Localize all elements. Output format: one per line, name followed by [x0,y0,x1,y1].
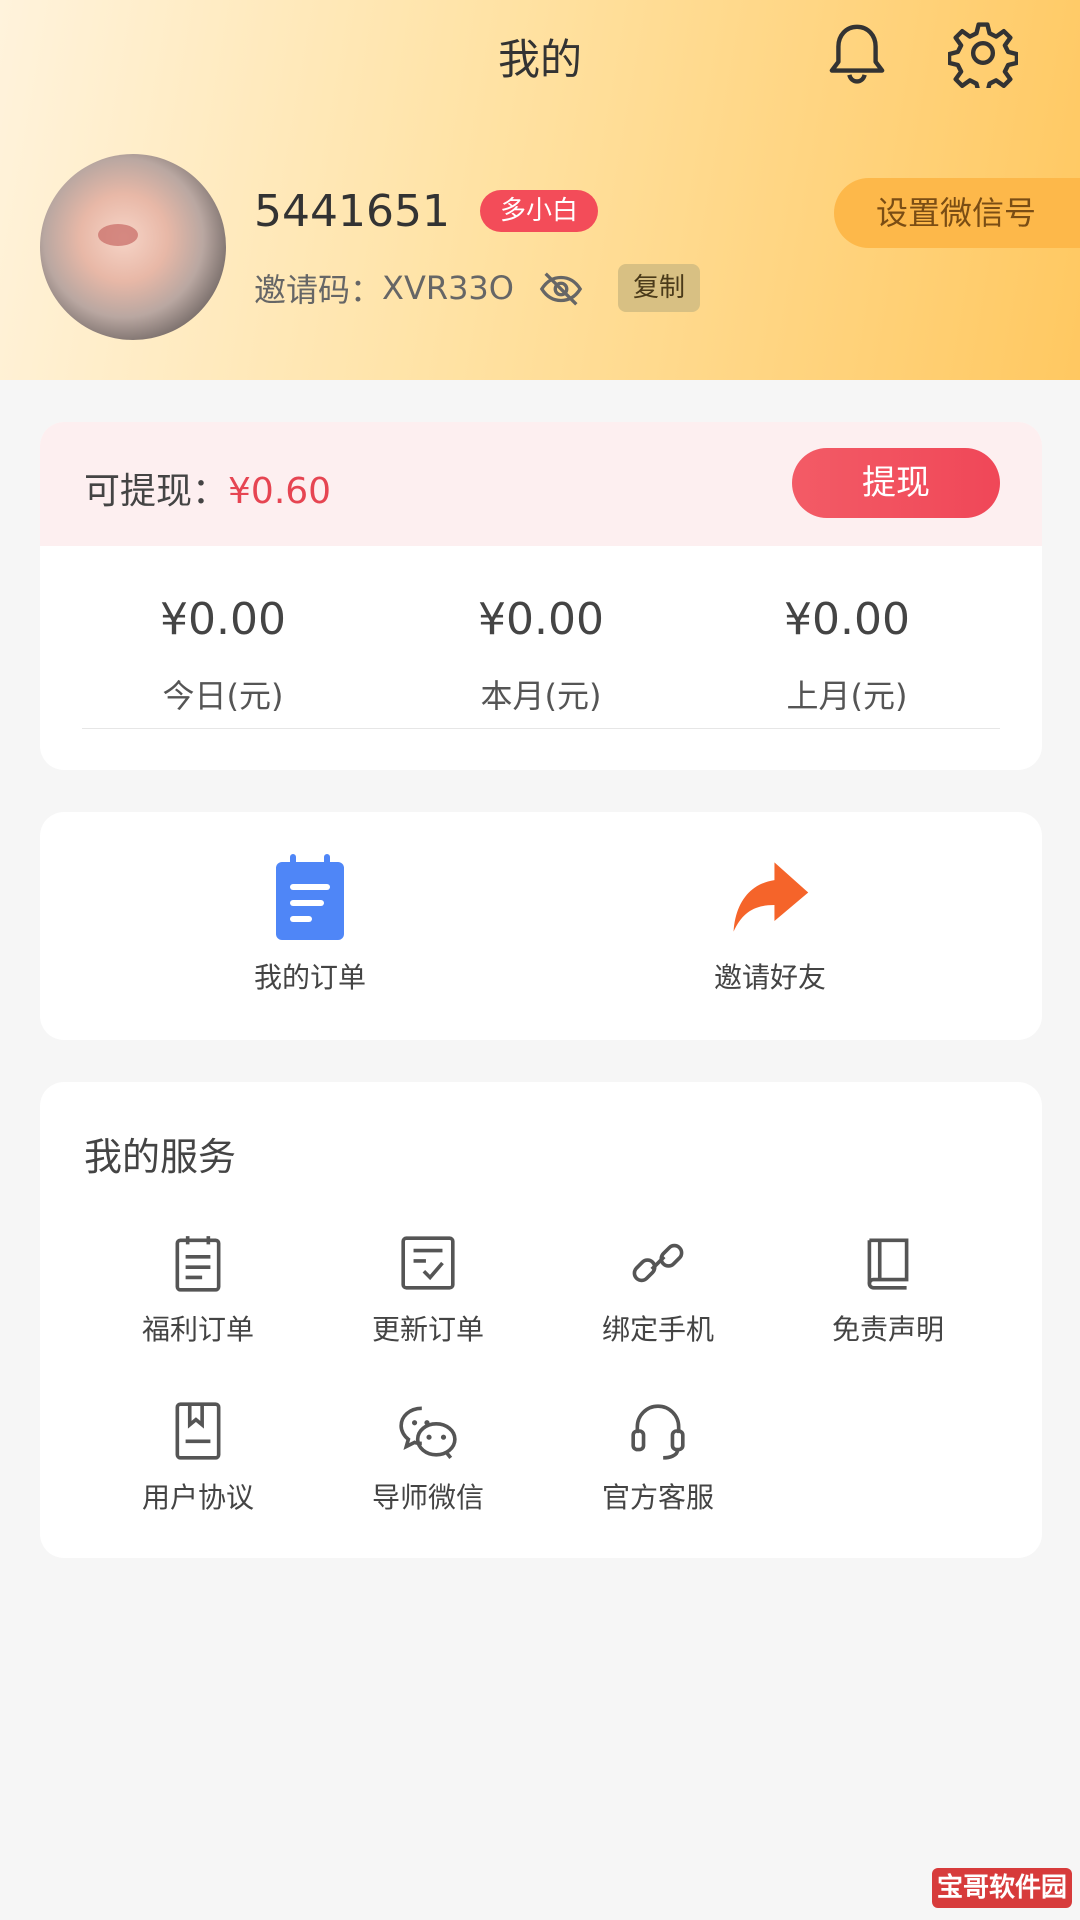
share-arrow-icon [733,862,809,932]
profile-header: 我的 5441651 多小白 邀请码：XVR33O 复制 设置微信号 [0,0,1080,380]
agreement-icon [175,1402,221,1460]
bell-icon[interactable] [822,18,892,88]
withdraw-button[interactable]: 提现 [792,448,1000,518]
invite-code-row: 邀请码：XVR33O [254,265,514,311]
stat-value: ¥0.00 [160,594,286,645]
invite-code-label: 邀请码： [254,271,383,309]
invite-friends-label: 邀请好友 [713,961,826,994]
service-label: 绑定手机 [601,1313,714,1346]
service-label: 官方客服 [601,1481,714,1514]
stat-label: 上月(元) [786,677,908,715]
divider [82,728,1000,729]
link-icon [632,1243,684,1283]
invite-code-value: XVR33O [382,269,514,307]
withdrawable-label: 可提现：¥0.60 [84,462,331,514]
service-label: 用户协议 [141,1481,254,1514]
service-label: 免责声明 [831,1313,944,1346]
stat-last-month: ¥0.00 上月(元) [694,594,1000,717]
stat-value: ¥0.00 [478,594,604,645]
user-id: 5441651 [254,186,450,237]
stat-this-month: ¥0.00 本月(元) [388,594,694,717]
clipboard-icon [175,1236,221,1292]
checklist-icon [401,1236,455,1290]
watermark: 宝哥软件园 [932,1868,1072,1908]
service-user-agreement[interactable]: 用户协议 [118,1400,278,1516]
order-note-icon [276,854,344,940]
service-label: 导师微信 [371,1481,484,1514]
service-mentor-wechat[interactable]: 导师微信 [348,1400,508,1516]
my-orders-label: 我的订单 [253,961,366,994]
balance-card: 可提现：¥0.60 提现 ¥0.00 今日(元) ¥0.00 本月(元) ¥0.… [40,422,1042,770]
withdrawable-text: 可提现： [84,471,229,512]
stat-today: ¥0.00 今日(元) [70,594,376,717]
stat-label: 今日(元) [162,677,284,715]
service-bind-phone[interactable]: 绑定手机 [578,1232,738,1348]
set-wechat-button[interactable]: 设置微信号 [834,178,1080,248]
eye-hidden-icon[interactable] [538,266,584,312]
book-icon [867,1238,909,1290]
page-title: 我的 [497,35,582,84]
level-badge: 多小白 [480,190,599,232]
gear-icon[interactable] [948,18,1018,88]
invite-friends-button[interactable]: 邀请好友 [620,852,920,996]
withdrawable-row: 可提现：¥0.60 提现 [40,422,1042,546]
wechat-icon [399,1406,457,1459]
service-disclaimer[interactable]: 免责声明 [808,1232,968,1348]
withdrawable-amount: ¥0.60 [228,471,332,512]
service-welfare-orders[interactable]: 福利订单 [118,1232,278,1348]
my-orders-button[interactable]: 我的订单 [160,852,460,996]
headset-icon [631,1404,685,1460]
services-card: 我的服务 福利订单 更新订单 绑定手机 免责声明 用户协议 导师微信 官方客服 [40,1082,1042,1558]
services-title: 我的服务 [84,1135,237,1179]
copy-button[interactable]: 复制 [618,264,700,312]
stat-value: ¥0.00 [784,594,910,645]
quick-actions-card: 我的订单 邀请好友 [40,812,1042,1040]
service-label: 更新订单 [371,1313,484,1346]
stat-label: 本月(元) [480,677,602,715]
service-customer-support[interactable]: 官方客服 [578,1400,738,1516]
service-label: 福利订单 [141,1313,254,1346]
avatar[interactable] [40,154,226,340]
service-update-orders[interactable]: 更新订单 [348,1232,508,1348]
